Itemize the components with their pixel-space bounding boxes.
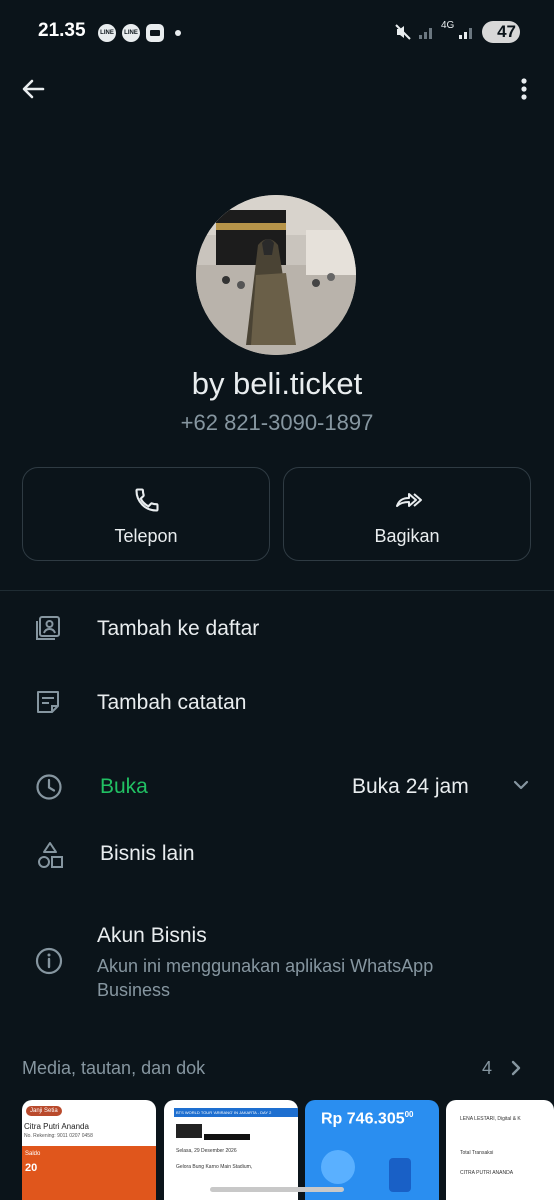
media-thumb-4[interactable]: LENA LESTARI, Digital & K Total Transaks… — [446, 1100, 554, 1200]
media-thumb-2[interactable]: BTS WORLD TOUR 'ARIRANG' IN JAKARTA - DA… — [164, 1100, 298, 1200]
thumb2-title: BTS WORLD TOUR 'ARIRANG' IN JAKARTA - DA… — [174, 1108, 298, 1117]
battery-level: 47 — [497, 22, 516, 41]
call-button-label: Telepon — [114, 526, 178, 546]
thumb3-superscript: 00 — [404, 1110, 414, 1119]
phone-icon — [135, 488, 159, 512]
thumb2-line1: Selasa, 29 Desember 2026 — [176, 1148, 237, 1154]
thumb4-line1: Total Transaksi — [460, 1150, 494, 1156]
thumb1-line1: Citra Putri Ananda — [24, 1122, 89, 1131]
contact-list-icon — [36, 616, 60, 640]
share-button-label: Bagikan — [374, 526, 440, 546]
business-account-desc: Akun ini menggunakan aplikasi WhatsApp B… — [97, 956, 434, 1000]
share-forward-icon — [396, 493, 422, 507]
chevron-down-icon[interactable] — [511, 778, 531, 792]
thumb1-line4: 20 — [25, 1162, 38, 1174]
other-business-row[interactable]: Bisnis lain — [0, 826, 554, 882]
hours-status: Buka — [100, 775, 148, 798]
status-time: 21.35 — [38, 20, 86, 41]
call-button[interactable]: Telepon — [22, 467, 270, 561]
arrow-left-icon[interactable] — [20, 76, 46, 102]
signal-icon — [419, 28, 432, 39]
thumb1-banner: Saldo 20 — [22, 1146, 156, 1200]
shapes-icon — [38, 842, 63, 868]
profile-avatar[interactable] — [196, 195, 356, 355]
other-business-label: Bisnis lain — [100, 842, 195, 865]
thumb1-line2: No. Rekening: 9011 0207 0458 — [24, 1133, 93, 1139]
hours-value: Buka 24 jam — [352, 775, 469, 798]
info-icon — [35, 947, 63, 975]
signal-icon-2 — [459, 28, 472, 39]
contact-phone: +62 821-3090-1897 — [180, 410, 374, 435]
add-to-list-label: Tambah ke daftar — [97, 617, 260, 640]
add-note-row[interactable]: Tambah catatan — [0, 673, 554, 733]
section-divider — [0, 590, 554, 591]
media-thumb-3[interactable]: Rp 746.30500 — [305, 1100, 439, 1200]
line-app-icon: LINE — [98, 24, 116, 42]
media-section-label[interactable]: Media, tautan, dan dok — [22, 1058, 205, 1079]
thumb3-title: Rp 746.305 — [321, 1110, 405, 1128]
thumb2-redaction — [204, 1134, 250, 1140]
thumb4-line2: CITRA PUTRI ANANDA — [460, 1170, 514, 1176]
thumb3-circle — [321, 1150, 355, 1184]
business-account-row[interactable]: Akun Bisnis Akun ini menggunakan aplikas… — [0, 918, 554, 1008]
share-button[interactable]: Bagikan — [283, 467, 531, 561]
add-to-list-row[interactable]: Tambah ke daftar — [0, 600, 554, 660]
line-app-icon-2: LINE — [122, 24, 140, 42]
clock-icon — [36, 774, 62, 800]
chevron-right-icon[interactable] — [508, 1058, 524, 1078]
business-account-title: Akun Bisnis — [97, 924, 207, 947]
notification-dot — [175, 30, 181, 36]
thumb4-title: LENA LESTARI, Digital & K — [460, 1116, 521, 1122]
chat-app-icon — [146, 24, 164, 42]
media-count[interactable]: 4 — [482, 1058, 492, 1079]
thumb2-image — [176, 1124, 202, 1138]
business-hours-row[interactable]: Buka Buka 24 jam — [0, 756, 554, 816]
thumb1-title: Janji Setia — [26, 1106, 62, 1116]
thumb1-line3: Saldo — [25, 1151, 41, 1157]
note-icon — [37, 691, 59, 713]
mute-icon — [395, 24, 411, 40]
network-type: 4G — [441, 20, 455, 31]
contact-name: by beli.ticket — [191, 366, 363, 401]
add-note-label: Tambah catatan — [97, 691, 247, 714]
gesture-nav-bar[interactable] — [210, 1187, 344, 1192]
thumb3-amount: Rp 746.30500 — [321, 1110, 414, 1128]
media-thumb-1[interactable]: Janji Setia Citra Putri Ananda No. Reken… — [22, 1100, 156, 1200]
thumb2-line2: Gelora Bung Karno Main Stadium, — [176, 1164, 253, 1170]
battery-indicator: 47 — [482, 21, 520, 43]
more-vertical-icon[interactable] — [516, 76, 532, 102]
thumb3-phone — [389, 1158, 411, 1192]
